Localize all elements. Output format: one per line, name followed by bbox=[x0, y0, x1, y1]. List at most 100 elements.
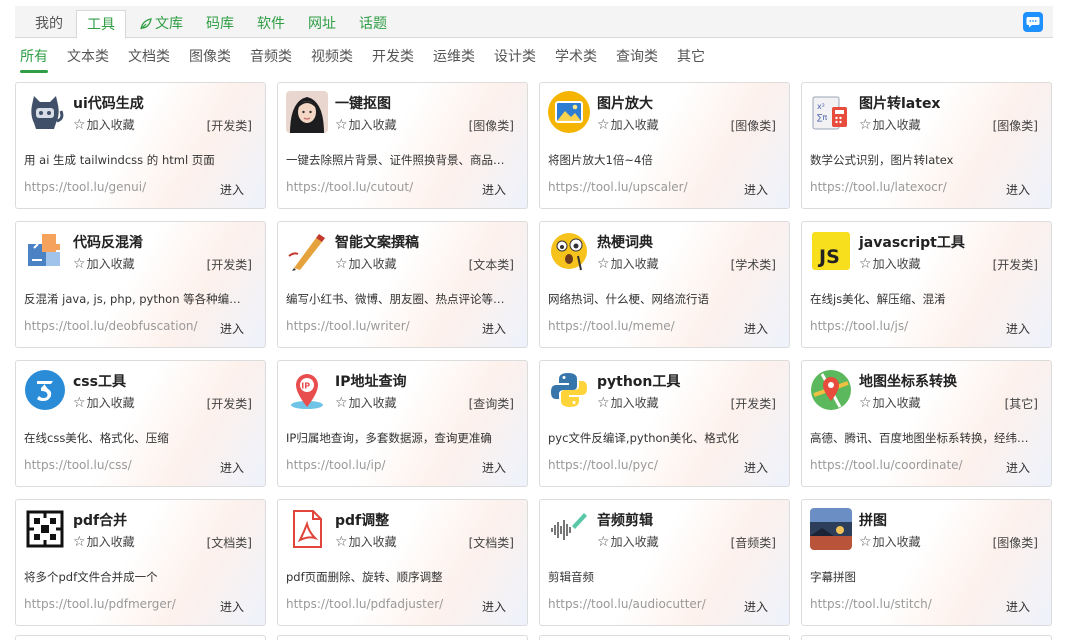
category-tab[interactable]: 其它 bbox=[677, 46, 705, 72]
tool-url[interactable]: https://tool.lu/upscaler/ bbox=[548, 180, 688, 194]
enter-button[interactable]: 进入 bbox=[220, 598, 244, 615]
tool-url[interactable]: https://tool.lu/meme/ bbox=[548, 319, 675, 333]
tool-name[interactable]: pdf合并 bbox=[73, 510, 127, 530]
tool-card[interactable]: x² ∑π 图片转latex ☆ 加入收藏 [图像类] 数学公式识别，图片转latex htt… bbox=[801, 82, 1052, 209]
tool-url[interactable]: https://tool.lu/stitch/ bbox=[810, 597, 932, 611]
tool-url[interactable]: https://tool.lu/writer/ bbox=[286, 319, 410, 333]
add-favorite-button[interactable]: ☆ 加入收藏 bbox=[597, 116, 659, 133]
tool-card[interactable]: 智能文案撰稿 ☆ 加入收藏 [文本类] 编写小红书、微博、朋友圈、热点评论等文案 http… bbox=[277, 221, 528, 348]
category-tab[interactable]: 文本类 bbox=[67, 46, 109, 72]
enter-button[interactable]: 进入 bbox=[1006, 320, 1030, 337]
tool-url[interactable]: https://tool.lu/coordinate/ bbox=[810, 458, 963, 472]
enter-button[interactable]: 进入 bbox=[482, 459, 506, 476]
tool-card[interactable]: 拼图 ☆ 加入收藏 [图像类] 字幕拼图 https://tool.lu/stitch/进… bbox=[801, 499, 1052, 626]
tool-card[interactable]: python工具 ☆ 加入收藏 [开发类] pyc文件反编译,python美化、格式化 h… bbox=[539, 360, 790, 487]
add-favorite-button[interactable]: ☆ 加入收藏 bbox=[335, 533, 397, 550]
tool-card[interactable]: 图片放大 ☆ 加入收藏 [图像类] 将图片放大1倍~4倍 https://tool.lu/… bbox=[539, 82, 790, 209]
add-favorite-button[interactable]: ☆ 加入收藏 bbox=[73, 394, 135, 411]
chat-bubble-icon[interactable] bbox=[1023, 12, 1043, 32]
tool-name[interactable]: IP地址查询 bbox=[335, 371, 406, 391]
tool-name[interactable]: 热梗词典 bbox=[597, 232, 653, 252]
add-favorite-button[interactable]: ☆ 加入收藏 bbox=[335, 116, 397, 133]
tab-4[interactable]: 软件 bbox=[247, 10, 295, 38]
category-tab[interactable]: 开发类 bbox=[372, 46, 414, 72]
tool-card[interactable]: 一键抠图 ☆ 加入收藏 [图像类] 一键去除照片背景、证件照换背景、商品白底图 https… bbox=[277, 82, 528, 209]
tool-url[interactable]: https://tool.lu/deobfuscation/ bbox=[24, 319, 198, 333]
add-favorite-button[interactable]: ☆ 加入收藏 bbox=[859, 394, 921, 411]
tool-card[interactable]: css工具 ☆ 加入收藏 [开发类] 在线css美化、格式化、压缩 https://too… bbox=[15, 360, 266, 487]
tool-url[interactable]: https://tool.lu/js/ bbox=[810, 319, 908, 333]
tool-card[interactable]: pdf合并 ☆ 加入收藏 [文档类] 将多个pdf文件合并成一个 https://tool… bbox=[15, 499, 266, 626]
tab-0[interactable]: 我的 bbox=[25, 10, 73, 38]
tool-url[interactable]: https://tool.lu/audiocutter/ bbox=[548, 597, 706, 611]
tool-url[interactable]: https://tool.lu/genui/ bbox=[24, 180, 146, 194]
tool-url[interactable]: https://tool.lu/ip/ bbox=[286, 458, 386, 472]
add-favorite-button[interactable]: ☆ 加入收藏 bbox=[73, 116, 135, 133]
add-favorite-button[interactable]: ☆ 加入收藏 bbox=[335, 394, 397, 411]
enter-button[interactable]: 进入 bbox=[744, 181, 768, 198]
tool-url[interactable]: https://tool.lu/latexocr/ bbox=[810, 180, 947, 194]
category-tab[interactable]: 音频类 bbox=[250, 46, 292, 72]
tool-name[interactable]: 图片转latex bbox=[859, 93, 940, 113]
tool-name[interactable]: ui代码生成 bbox=[73, 93, 144, 113]
add-favorite-button[interactable]: ☆ 加入收藏 bbox=[859, 255, 921, 272]
category-tab[interactable]: 文档类 bbox=[128, 46, 170, 72]
tool-name[interactable]: 代码反混淆 bbox=[73, 232, 143, 252]
add-favorite-button[interactable]: ☆ 加入收藏 bbox=[859, 116, 921, 133]
tool-name[interactable]: 拼图 bbox=[859, 510, 887, 530]
category-tab[interactable]: 设计类 bbox=[494, 46, 536, 72]
tool-name[interactable]: 图片放大 bbox=[597, 93, 653, 113]
tool-url[interactable]: https://tool.lu/pdfmerger/ bbox=[24, 597, 176, 611]
enter-button[interactable]: 进入 bbox=[1006, 181, 1030, 198]
add-favorite-button[interactable]: ☆ 加入收藏 bbox=[597, 394, 659, 411]
tab-6[interactable]: 话题 bbox=[349, 10, 397, 38]
tab-5[interactable]: 网址 bbox=[298, 10, 346, 38]
enter-button[interactable]: 进入 bbox=[744, 598, 768, 615]
enter-button[interactable]: 进入 bbox=[482, 598, 506, 615]
category-tab[interactable]: 查询类 bbox=[616, 46, 658, 72]
tool-name[interactable]: pdf调整 bbox=[335, 510, 389, 530]
tool-card[interactable]: 音频剪辑 ☆ 加入收藏 [音频类] 剪辑音频 https://tool.lu/audioc… bbox=[539, 499, 790, 626]
add-favorite-button[interactable]: ☆ 加入收藏 bbox=[335, 255, 397, 272]
enter-button[interactable]: 进入 bbox=[482, 181, 506, 198]
add-favorite-button[interactable]: ☆ 加入收藏 bbox=[73, 255, 135, 272]
tool-name[interactable]: python工具 bbox=[597, 371, 680, 391]
tool-card[interactable]: 代码反混淆 ☆ 加入收藏 [开发类] 反混淆 java, js, php, python… bbox=[15, 221, 266, 348]
tool-name[interactable]: javascript工具 bbox=[859, 232, 965, 252]
tool-name[interactable]: 一键抠图 bbox=[335, 93, 391, 113]
tool-name[interactable]: css工具 bbox=[73, 371, 126, 391]
enter-button[interactable]: 进入 bbox=[1006, 598, 1030, 615]
tool-card[interactable]: ui代码生成 ☆ 加入收藏 [开发类] 用 ai 生成 tailwindcss 的 ht… bbox=[15, 82, 266, 209]
enter-button[interactable]: 进入 bbox=[744, 459, 768, 476]
category-tab[interactable]: 学术类 bbox=[555, 46, 597, 72]
category-tab[interactable]: 运维类 bbox=[433, 46, 475, 72]
tool-url[interactable]: https://tool.lu/pdfadjuster/ bbox=[286, 597, 443, 611]
add-favorite-button[interactable]: ☆ 加入收藏 bbox=[859, 533, 921, 550]
enter-button[interactable]: 进入 bbox=[220, 181, 244, 198]
tool-card[interactable]: JS javascript工具 ☆ 加入收藏 [开发类] 在线js美化、解压缩、混淆 htt… bbox=[801, 221, 1052, 348]
tool-card[interactable]: pdf调整 ☆ 加入收藏 [文档类] pdf页面删除、旋转、顺序调整 https://to… bbox=[277, 499, 528, 626]
enter-button[interactable]: 进入 bbox=[744, 320, 768, 337]
tab-3[interactable]: 码库 bbox=[196, 10, 244, 38]
add-favorite-button[interactable]: ☆ 加入收藏 bbox=[597, 255, 659, 272]
tool-card[interactable]: IP IP地址查询 ☆ 加入收藏 [查询类] IP归属地查询，多套数据源，查询更准确 htt… bbox=[277, 360, 528, 487]
enter-button[interactable]: 进入 bbox=[1006, 459, 1030, 476]
tool-url[interactable]: https://tool.lu/cutout/ bbox=[286, 180, 413, 194]
tool-card[interactable]: 地图坐标系转换 ☆ 加入收藏 [其它] 高德、腾讯、百度地图坐标系转换，经纬度转换 htt… bbox=[801, 360, 1052, 487]
tab-2[interactable]: 文库 bbox=[129, 10, 193, 38]
tab-1[interactable]: 工具 bbox=[76, 10, 126, 39]
category-tab[interactable]: 图像类 bbox=[189, 46, 231, 72]
tool-name[interactable]: 地图坐标系转换 bbox=[859, 371, 957, 391]
tool-card[interactable]: 热梗词典 ☆ 加入收藏 [学术类] 网络热词、什么梗、网络流行语 https://tool… bbox=[539, 221, 790, 348]
enter-button[interactable]: 进入 bbox=[220, 320, 244, 337]
enter-button[interactable]: 进入 bbox=[482, 320, 506, 337]
add-favorite-button[interactable]: ☆ 加入收藏 bbox=[73, 533, 135, 550]
category-tab[interactable]: 视频类 bbox=[311, 46, 353, 72]
enter-button[interactable]: 进入 bbox=[220, 459, 244, 476]
category-tab[interactable]: 所有 bbox=[20, 46, 48, 73]
add-favorite-button[interactable]: ☆ 加入收藏 bbox=[597, 533, 659, 550]
tool-url[interactable]: https://tool.lu/pyc/ bbox=[548, 458, 658, 472]
tool-name[interactable]: 智能文案撰稿 bbox=[335, 232, 419, 252]
tool-name[interactable]: 音频剪辑 bbox=[597, 510, 653, 530]
tool-url[interactable]: https://tool.lu/css/ bbox=[24, 458, 132, 472]
